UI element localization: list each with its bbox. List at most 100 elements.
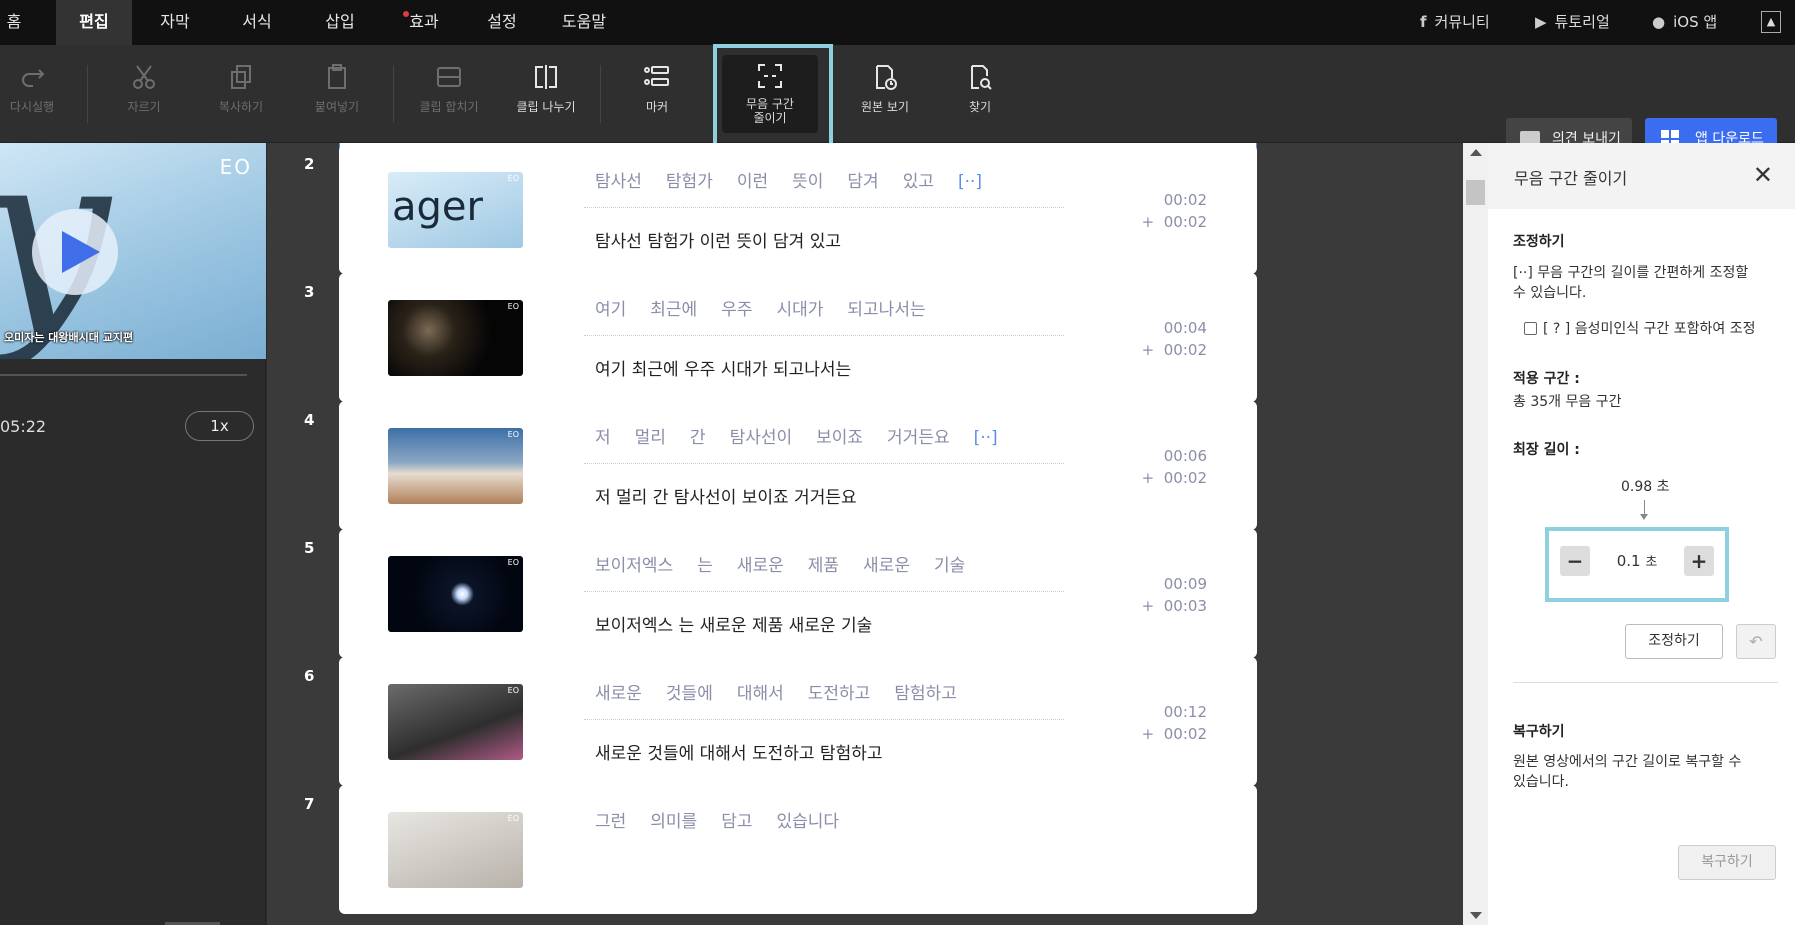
word-token[interactable]: 멀리 xyxy=(635,428,666,448)
play-icon[interactable] xyxy=(32,209,118,295)
word-token[interactable]: 도전하고 xyxy=(808,684,871,704)
restore-button[interactable]: 복구하기 xyxy=(1678,845,1776,880)
clip-thumbnail[interactable]: EO xyxy=(388,556,523,632)
ios-app-link[interactable]: ● iOS 앱 xyxy=(1652,0,1717,45)
marker-button[interactable]: 마커 xyxy=(625,45,689,143)
clip-thumbnail[interactable]: EO xyxy=(388,428,523,504)
word-token[interactable]: 것들에 xyxy=(666,684,713,704)
tab-edit[interactable]: 편집 xyxy=(56,0,132,45)
redo-button[interactable]: 다시실행 xyxy=(0,45,64,143)
clip-card[interactable]: EO 그런 의미를 담고 있습니다 xyxy=(339,785,1257,914)
clip-subtitle-text[interactable]: 저 멀리 간 탐사선이 보이죠 거거든요 xyxy=(595,483,857,508)
word-token[interactable]: 보이저엑스 xyxy=(595,556,673,576)
community-link[interactable]: f 커뮤니티 xyxy=(1420,0,1490,45)
word-token[interactable]: 담겨 xyxy=(847,172,878,192)
word-token[interactable]: 보이죠 xyxy=(816,428,863,448)
word-token[interactable]: 새로운 xyxy=(863,556,910,576)
cut-button[interactable]: 자르기 xyxy=(112,45,176,143)
close-icon[interactable]: ✕ xyxy=(1753,161,1773,189)
word-token[interactable]: 그런 xyxy=(595,812,626,832)
word-token[interactable]: 최근에 xyxy=(650,300,697,320)
word-token[interactable]: 우주 xyxy=(721,300,752,320)
clip-subtitle-text[interactable]: 탐사선 탐험가 이런 뜻이 담겨 있고 xyxy=(595,227,841,252)
merge-clip-button[interactable]: 클립 합치기 xyxy=(413,45,485,143)
tab-effects[interactable]: 효과 xyxy=(389,0,459,45)
word-token[interactable]: 되고나서는 xyxy=(847,300,925,320)
scroll-thumb[interactable] xyxy=(1466,180,1485,205)
word-token[interactable]: 뜻이 xyxy=(792,172,823,192)
silence-marker[interactable]: [··] xyxy=(974,428,998,448)
word-token[interactable]: 새로운 xyxy=(737,556,784,576)
find-button[interactable]: 찾기 xyxy=(948,45,1012,143)
shorten-silence-button[interactable]: 무음 구간 줄이기 xyxy=(722,55,818,133)
clip-row[interactable]: 6 EO 새로운 것들에 대해서 도전하고 탐험하고 새로운 것들에 대해서 도전하고 탐험하… xyxy=(267,657,1463,787)
tab-format[interactable]: 서식 xyxy=(222,0,292,45)
word-token[interactable]: 저 xyxy=(595,428,611,448)
clip-thumbnail[interactable]: EO xyxy=(388,812,523,888)
clip-row[interactable]: 2 ager EO 탐사선 탐험가 이런 뜻이 담겨 있고 [··] 탐사선 탐험가 이런 뜻이 담… xyxy=(267,145,1463,275)
word-token[interactable]: 탐험하고 xyxy=(894,684,957,704)
clip-card[interactable]: ager EO 탐사선 탐험가 이런 뜻이 담겨 있고 [··] 탐사선 탐험가 이런 뜻이 담겨… xyxy=(339,145,1257,274)
paste-button[interactable]: 붙여넣기 xyxy=(305,45,369,143)
word-token[interactable]: 거거든요 xyxy=(887,428,950,448)
clip-thumbnail[interactable]: EO xyxy=(388,684,523,760)
stepper-value[interactable]: 0.1 xyxy=(1617,552,1641,570)
clip-thumbnail[interactable]: ager EO xyxy=(388,172,523,248)
split-clip-button[interactable]: 클립 나누기 xyxy=(510,45,582,143)
clip-card[interactable]: EO 새로운 것들에 대해서 도전하고 탐험하고 새로운 것들에 대해서 도전하고 탐험하고… xyxy=(339,657,1257,786)
clip-row[interactable]: 4 EO 저 멀리 간 탐사선이 보이죠 거거든요 [··] 저 멀리 간 탐사선이 보이죠 거거… xyxy=(267,401,1463,531)
clip-thumbnail[interactable]: EO xyxy=(388,300,523,376)
word-token[interactable]: 기술 xyxy=(934,556,965,576)
clip-subtitle-text[interactable]: 보이저엑스 는 새로운 제품 새로운 기술 xyxy=(595,611,872,636)
collapse-up-icon[interactable]: ▲ xyxy=(1761,11,1781,33)
scroll-up-arrow-icon[interactable] xyxy=(1470,149,1482,156)
tab-insert[interactable]: 삽입 xyxy=(305,0,375,45)
playback-speed-button[interactable]: 1x xyxy=(185,411,254,441)
word-token[interactable]: 탐사선이 xyxy=(730,428,793,448)
apple-icon: ● xyxy=(1652,13,1666,31)
playback-progress[interactable] xyxy=(0,374,247,376)
adjust-desc-line1: [··] 무음 구간의 길이를 간편하게 조정할 xyxy=(1513,265,1749,281)
clip-subtitle-text[interactable]: 새로운 것들에 대해서 도전하고 탐험하고 xyxy=(595,739,883,764)
word-token[interactable]: 간 xyxy=(690,428,706,448)
clip-row[interactable]: 7 EO 그런 의미를 담고 있습니다 xyxy=(267,785,1463,915)
word-token[interactable]: 여기 xyxy=(595,300,626,320)
word-token[interactable]: 제품 xyxy=(808,556,839,576)
plus-icon[interactable]: + xyxy=(1684,546,1714,576)
copy-button[interactable]: 복사하기 xyxy=(209,45,273,143)
tab-settings[interactable]: 설정 xyxy=(467,0,537,45)
tab-help[interactable]: 도움말 xyxy=(552,0,616,45)
clip-card[interactable]: EO 여기 최근에 우주 시대가 되고나서는 여기 최근에 우주 시대가 되고나서는 00:0… xyxy=(339,273,1257,402)
word-token[interactable]: 있습니다 xyxy=(776,812,839,832)
tutorial-link[interactable]: ▶ 튜토리얼 xyxy=(1535,0,1610,45)
video-preview[interactable]: y EO 오미자는 대왕배시대 교지편 xyxy=(0,143,266,359)
clip-subtitle-text[interactable]: 여기 최근에 우주 시대가 되고나서는 xyxy=(595,355,851,380)
tab-home[interactable]: 홈 xyxy=(0,0,28,45)
clip-row[interactable]: 3 EO 여기 최근에 우주 시대가 되고나서는 여기 최근에 우주 시대가 되고나서는 00:… xyxy=(267,273,1463,403)
word-token[interactable]: 이런 xyxy=(737,172,768,192)
clip-row[interactable]: 5 EO 보이저엑스 는 새로운 제품 새로운 기술 보이저엑스 는 새로운 제품 새로운 기술… xyxy=(267,529,1463,659)
word-token[interactable]: 있고 xyxy=(903,172,934,192)
tab-subtitle[interactable]: 자막 xyxy=(140,0,210,45)
word-token[interactable]: 의미를 xyxy=(650,812,697,832)
word-token[interactable]: 는 xyxy=(697,556,713,576)
checkbox-box[interactable] xyxy=(1524,322,1537,335)
clip-word-list: 탐사선 탐험가 이런 뜻이 담겨 있고 [··] xyxy=(595,167,1006,192)
word-token[interactable]: 탐사선 xyxy=(595,172,642,192)
word-token[interactable]: 담고 xyxy=(721,812,752,832)
ios-app-label: iOS 앱 xyxy=(1673,13,1718,31)
word-token[interactable]: 대해서 xyxy=(737,684,784,704)
clip-card[interactable]: EO 저 멀리 간 탐사선이 보이죠 거거든요 [··] 저 멀리 간 탐사선이 보이죠 거거든… xyxy=(339,401,1257,530)
include-unrecognized-checkbox[interactable]: [ ? ] 음성미인식 구간 포함하여 조정 xyxy=(1524,318,1756,338)
word-token[interactable]: 탐험가 xyxy=(666,172,713,192)
silence-marker[interactable]: [··] xyxy=(958,172,982,192)
word-token[interactable]: 새로운 xyxy=(595,684,642,704)
clip-card[interactable]: EO 보이저엑스 는 새로운 제품 새로운 기술 보이저엑스 는 새로운 제품 새로운 기술 0… xyxy=(339,529,1257,658)
scroll-down-arrow-icon[interactable] xyxy=(1470,912,1482,919)
clip-list-scrollbar[interactable] xyxy=(1463,143,1488,925)
adjust-button[interactable]: 조정하기 xyxy=(1625,624,1723,659)
view-original-button[interactable]: 원본 보기 xyxy=(853,45,917,143)
minus-icon[interactable]: − xyxy=(1560,546,1590,576)
word-token[interactable]: 시대가 xyxy=(776,300,823,320)
undo-icon[interactable]: ↶ xyxy=(1736,624,1776,659)
